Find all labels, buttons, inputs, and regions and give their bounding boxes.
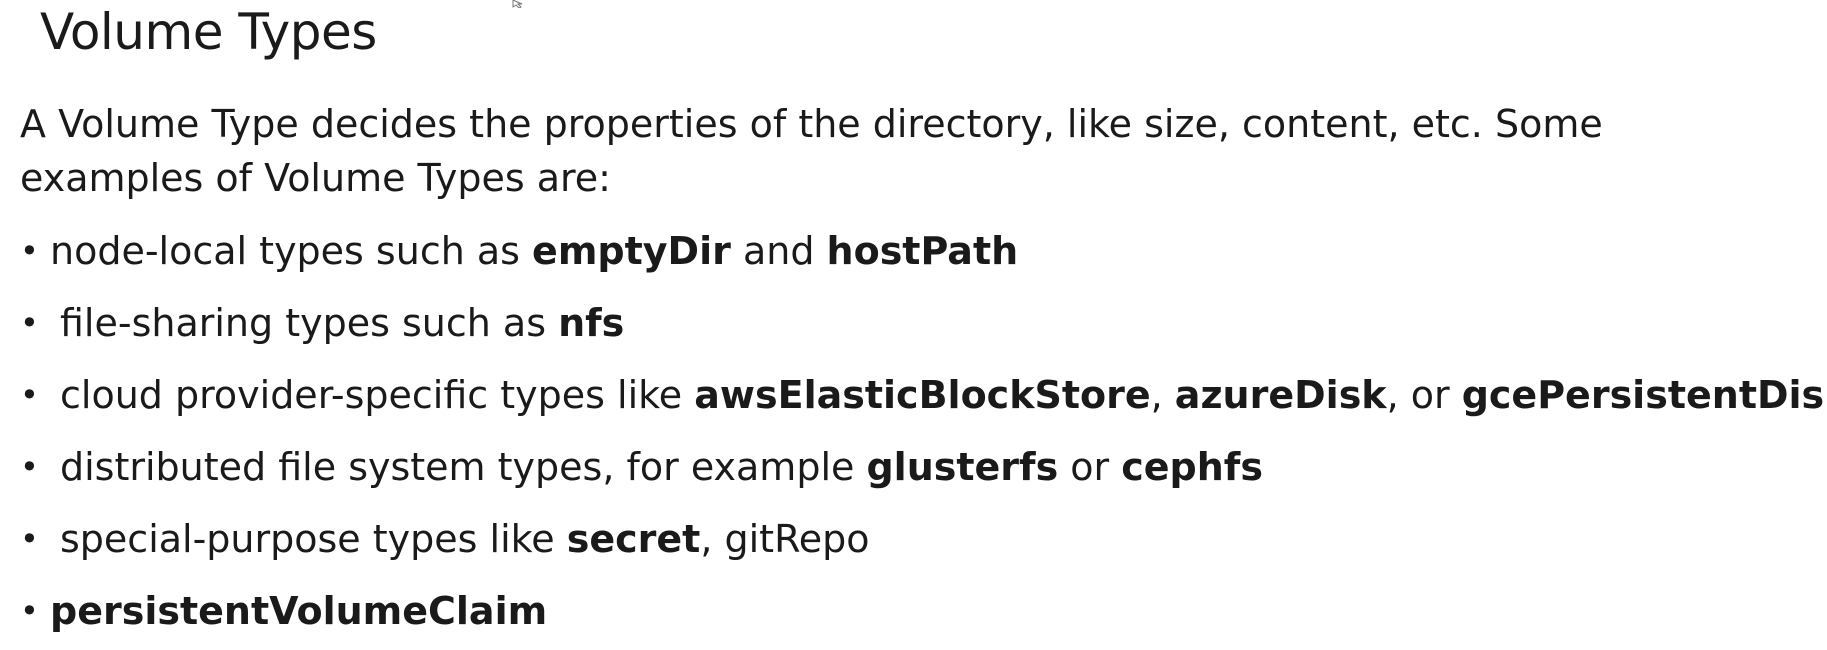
plain-text: distributed file system types, for examp… <box>60 445 867 489</box>
plain-text: node-local types such as <box>50 229 533 273</box>
intro-line-1: A Volume Type decides the properties of … <box>20 102 1603 146</box>
mouse-cursor-icon <box>512 0 523 8</box>
slide-title: Volume Types <box>40 3 377 61</box>
bold-term: gcePersistentDisk <box>1461 373 1827 417</box>
list-item: • persistentVolumeClaim <box>20 575 1827 647</box>
bold-term: glusterfs <box>866 445 1059 489</box>
list-item: • special-purpose types like secret, gitR… <box>20 503 1827 575</box>
intro-paragraph: A Volume Type decides the properties of … <box>20 97 1760 205</box>
bold-term: awsElasticBlockStore <box>694 373 1151 417</box>
bullet-icon: • <box>20 304 39 342</box>
bullet-icon: • <box>20 232 39 270</box>
list-item: • distributed file system types, for exam… <box>20 431 1827 503</box>
slide: Volume Types A Volume Type decides the p… <box>0 0 1827 650</box>
bullet-icon: • <box>20 592 39 630</box>
list-item-text: distributed file system types, for examp… <box>60 431 1263 503</box>
plain-text: special-purpose types like <box>60 517 567 561</box>
plain-text: cloud provider-specific types like <box>60 373 695 417</box>
plain-text: , or <box>1386 373 1462 417</box>
bullet-icon: • <box>20 376 39 414</box>
list-item-text: special-purpose types like secret, gitRe… <box>60 503 870 575</box>
list-item-text: node-local types such as emptyDir and ho… <box>50 215 1018 287</box>
list-item: • file-sharing types such as nfs <box>20 287 1827 359</box>
bold-term: hostPath <box>826 229 1019 273</box>
bold-term: persistentVolumeClaim <box>50 589 548 633</box>
bold-term: azureDisk <box>1174 373 1387 417</box>
plain-text: or <box>1058 445 1122 489</box>
list-item-text: persistentVolumeClaim <box>50 575 547 647</box>
plain-text: , gitRepo <box>700 517 870 561</box>
plain-text: , <box>1150 373 1175 417</box>
list-item: • node-local types such as emptyDir and h… <box>20 215 1827 287</box>
bold-term: cephfs <box>1121 445 1263 489</box>
plain-text: file-sharing types such as <box>60 301 559 345</box>
bullet-icon: • <box>20 448 39 486</box>
intro-line-2: examples of Volume Types are: <box>20 156 611 200</box>
bullet-icon: • <box>20 520 39 558</box>
list-item: • cloud provider-specific types like awsE… <box>20 359 1827 431</box>
volume-type-list: • node-local types such as emptyDir and h… <box>20 215 1827 647</box>
list-item-text: cloud provider-specific types like awsEl… <box>60 359 1827 431</box>
plain-text: and <box>730 229 827 273</box>
bold-term: nfs <box>558 301 625 345</box>
bold-term: emptyDir <box>532 229 731 273</box>
list-item-text: file-sharing types such as nfs <box>60 287 624 359</box>
bold-term: secret <box>566 517 701 561</box>
